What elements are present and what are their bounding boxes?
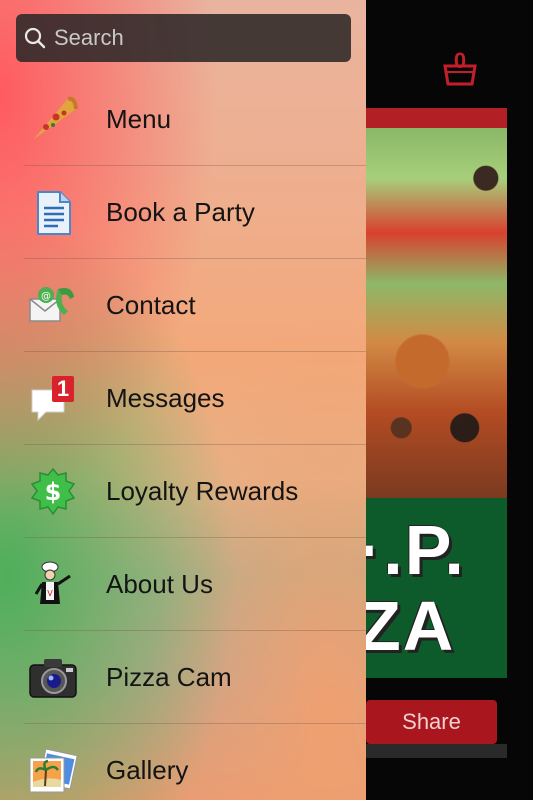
bottom-strip bbox=[366, 744, 507, 758]
svg-text:V: V bbox=[47, 589, 53, 598]
menu-item-menu[interactable]: Menu bbox=[0, 73, 366, 166]
menu-item-label: Loyalty Rewards bbox=[106, 476, 299, 506]
brand-line-1: ·.P. bbox=[366, 511, 466, 589]
menu-item-about-us[interactable]: V About Us bbox=[0, 538, 366, 631]
menu-item-messages[interactable]: 1 Messages bbox=[0, 352, 366, 445]
menu-item-label: Pizza Cam bbox=[106, 662, 232, 692]
gallery-icon bbox=[28, 746, 78, 796]
cart-button[interactable]: 0 bbox=[442, 48, 478, 86]
phone-envelope-icon: @ bbox=[28, 281, 78, 331]
document-icon bbox=[28, 188, 78, 238]
side-drawer: Menu Book a Party bbox=[0, 0, 366, 800]
menu-item-label: Contact bbox=[106, 290, 196, 320]
cart-count: 0 bbox=[453, 48, 467, 73]
menu-item-label: Messages bbox=[106, 383, 225, 413]
svg-text:@: @ bbox=[41, 291, 51, 302]
search-bar[interactable] bbox=[16, 14, 351, 62]
menu-item-gallery[interactable]: Gallery bbox=[0, 724, 366, 800]
photo-top-band bbox=[366, 108, 507, 128]
dollar-badge-icon: $ bbox=[28, 467, 78, 517]
menu-item-pizza-cam[interactable]: Pizza Cam bbox=[0, 631, 366, 724]
search-input[interactable] bbox=[52, 24, 351, 52]
camera-icon bbox=[28, 653, 78, 703]
menu-item-label: Gallery bbox=[106, 755, 189, 785]
menu-item-label: Book a Party bbox=[106, 197, 255, 227]
menu-item-label: Menu bbox=[106, 104, 172, 134]
search-icon bbox=[24, 27, 46, 49]
menu-item-contact[interactable]: @ Contact bbox=[0, 259, 366, 352]
chef-icon: V bbox=[28, 560, 78, 610]
share-button[interactable]: Share bbox=[366, 700, 497, 744]
messages-icon: 1 bbox=[28, 374, 78, 424]
brand-logo: ·.P. ZA bbox=[366, 498, 507, 678]
menu-item-label: About Us bbox=[106, 569, 213, 599]
menu-item-book-a-party[interactable]: Book a Party bbox=[0, 166, 366, 259]
menu-item-loyalty-rewards[interactable]: $ Loyalty Rewards bbox=[0, 445, 366, 538]
pizza-slice-icon bbox=[28, 95, 78, 145]
svg-text:$: $ bbox=[45, 478, 62, 506]
brand-line-2: ZA bbox=[366, 587, 456, 665]
menu-list: Menu Book a Party @ Contact 1 Messages $… bbox=[0, 73, 366, 800]
pizza-photo bbox=[366, 108, 507, 498]
messages-badge: 1 bbox=[56, 376, 70, 401]
